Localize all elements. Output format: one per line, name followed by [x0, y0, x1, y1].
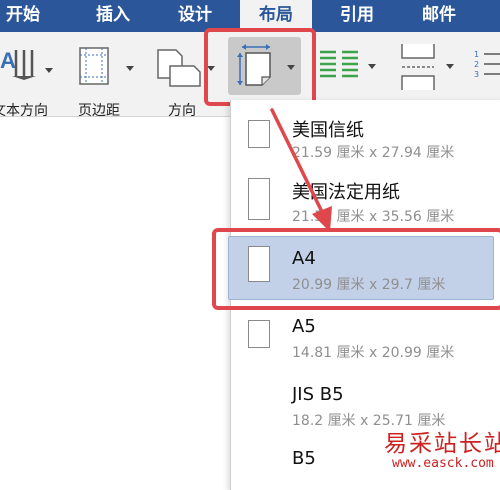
watermark-site-name: 易采站长站 [384, 431, 500, 457]
annotation-arrow [270, 108, 332, 232]
watermark-url: www.easck.com [392, 456, 494, 471]
